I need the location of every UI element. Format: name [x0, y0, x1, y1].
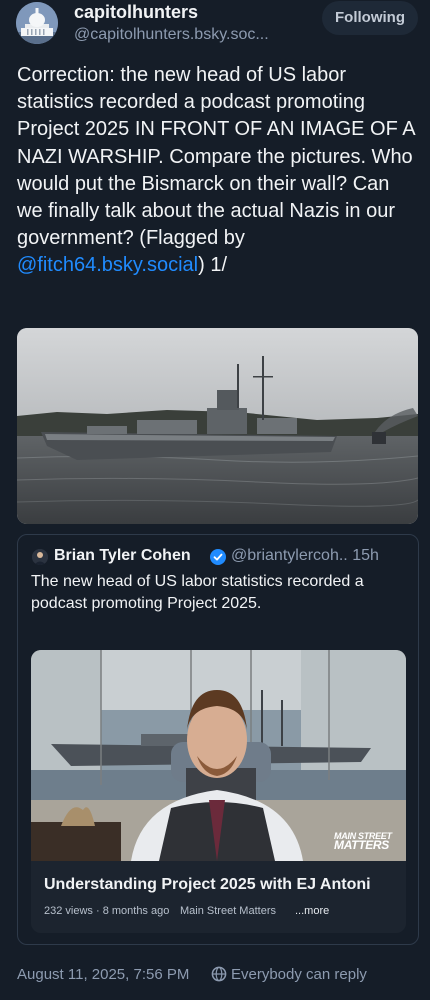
reply-setting[interactable]: Everybody can reply — [231, 966, 367, 983]
quoted-author-name[interactable]: Brian Tyler Cohen — [54, 547, 191, 565]
video-thumbnail[interactable]: MAIN STREET MATTERS — [31, 650, 406, 861]
author-handle[interactable]: @capitolhunters.bsky.soc... — [74, 26, 310, 44]
video-thumbnail-image — [31, 650, 406, 861]
video-embed[interactable]: MAIN STREET MATTERS Understanding Projec… — [31, 650, 406, 933]
quoted-post-age: 15h — [352, 547, 379, 564]
video-channel[interactable]: Main Street Matters — [180, 905, 276, 917]
channel-watermark-line2: MATTERS — [334, 838, 390, 852]
quoted-author-avatar[interactable] — [32, 549, 48, 565]
post-text-tail: ) 1/ — [198, 254, 228, 277]
quoted-author-handle-and-age: @briantylercoh.. 15h — [231, 547, 379, 565]
battleship-photo — [17, 328, 418, 524]
video-title[interactable]: Understanding Project 2025 with EJ Anton… — [44, 876, 371, 894]
verified-check-icon — [210, 549, 226, 565]
post-timestamp: August 11, 2025, 7:56 PM — [17, 966, 190, 983]
post-text-body: Correction: the new head of US labor sta… — [17, 64, 415, 250]
person-avatar-icon — [32, 549, 48, 565]
video-more-link[interactable]: ...more — [295, 905, 329, 917]
video-meta: 232 views · 8 months ago — [44, 905, 170, 917]
author-display-name[interactable]: capitolhunters — [74, 2, 198, 23]
post-image-battleship[interactable] — [17, 328, 418, 524]
video-info: Understanding Project 2025 with EJ Anton… — [31, 861, 406, 933]
post-text: Correction: the new head of US labor sta… — [17, 62, 417, 280]
mention-link[interactable]: @fitch64.bsky.social — [17, 254, 198, 276]
capitol-building-icon — [16, 2, 58, 44]
author-avatar[interactable] — [16, 2, 58, 44]
quoted-post[interactable]: Brian Tyler Cohen @briantylercoh.. 15h T… — [17, 534, 419, 945]
globe-icon — [211, 966, 227, 982]
quoted-author-handle[interactable]: @briantylercoh.. — [231, 547, 348, 564]
following-button[interactable]: Following — [322, 1, 418, 35]
quoted-post-text: The new head of US labor statistics reco… — [31, 573, 364, 612]
post-header: capitolhunters @capitolhunters.bsky.soc.… — [0, 0, 430, 52]
